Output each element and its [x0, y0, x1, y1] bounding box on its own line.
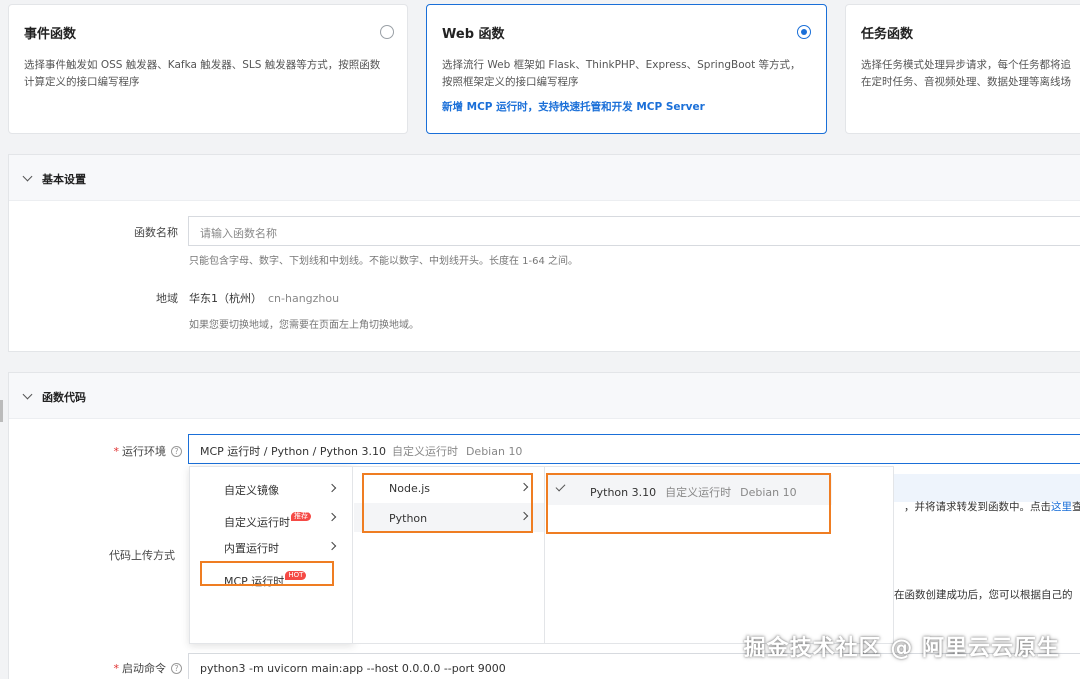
section-title: 基本设置 [42, 173, 86, 186]
radio-button-selected[interactable] [797, 25, 811, 39]
runtime-select[interactable]: MCP 运行时 / Python / Python 3.10 自定义运行时 Debi… [188, 434, 1080, 464]
cascader-option-builtin-runtime[interactable]: 内置运行时 [224, 540, 279, 556]
help-icon: ? [171, 663, 182, 674]
card-title: 任务函数 [861, 27, 914, 42]
section-title: 函数代码 [42, 391, 86, 404]
highlight-box [200, 561, 334, 586]
card-title: Web 函数 [442, 27, 505, 42]
card-title: 事件函数 [24, 27, 77, 42]
web-function-card[interactable]: Web 函数 选择流行 Web 框架如 Flask、ThinkPHP、Expre… [426, 4, 827, 134]
event-function-card[interactable]: 事件函数 选择事件触发如 OSS 触发器、Kafka 触发器、SLS 触发器等方… [8, 4, 408, 134]
region-value: 华东1（杭州） cn-hangzhou [189, 292, 340, 305]
scroll-indicator [0, 400, 3, 422]
cascader-option-custom-runtime[interactable]: 自定义运行时 推荐 [224, 512, 311, 530]
region-hint: 如果您要切换地域，您需要在页面左上角切换地域。 [189, 320, 419, 331]
cascader-option-custom-image[interactable]: 自定义镜像 [224, 482, 279, 498]
help-icon: ? [171, 446, 182, 457]
function-name-label: 函数名称 [134, 226, 178, 239]
chevron-down-icon [22, 389, 33, 400]
region-label: 地域 [156, 292, 178, 305]
function-name-hint: 只能包含字母、数字、下划线和中划线。不能以数字、中划线开头。长度在 1-64 之… [189, 256, 579, 267]
card-description: 选择任务模式处理异步请求，每个任务都将追 在定时任务、音视频处理、数据处理等离线… [861, 59, 1071, 88]
info-text-2: 在函数创建成功后，您可以根据自己的 [894, 589, 1073, 601]
chevron-down-icon [22, 171, 33, 182]
section-header[interactable]: 函数代码 [9, 373, 1080, 419]
startup-command-label: * 启动命令? [90, 660, 182, 676]
highlight-box [546, 473, 831, 534]
radio-button[interactable] [380, 25, 394, 39]
function-name-input[interactable]: 请输入函数名称 [188, 216, 1080, 246]
highlight-box [362, 473, 533, 533]
runtime-label: * 运行环境? [90, 443, 182, 459]
mcp-runtime-note: 新增 MCP 运行时，支持快速托管和开发 MCP Server [442, 101, 705, 113]
info-text: ，并将请求转发到函数中。点击这里查 [904, 501, 1080, 513]
watermark: 掘金技术社区 @ 阿里云云原生 [743, 636, 1060, 661]
task-function-card[interactable]: 任务函数 选择任务模式处理异步请求，每个任务都将追 在定时任务、音视频处理、数据… [845, 4, 1080, 134]
card-description: 选择流行 Web 框架如 Flask、ThinkPHP、Express、Spri… [442, 59, 801, 88]
section-header[interactable]: 基本设置 [9, 155, 1080, 201]
recommend-badge: 推荐 [291, 512, 311, 521]
upload-method-label: 代码上传方式 [109, 549, 175, 562]
here-link[interactable]: 这里 [1051, 501, 1072, 513]
card-description: 选择事件触发如 OSS 触发器、Kafka 触发器、SLS 触发器等方式，按照函… [24, 59, 381, 88]
